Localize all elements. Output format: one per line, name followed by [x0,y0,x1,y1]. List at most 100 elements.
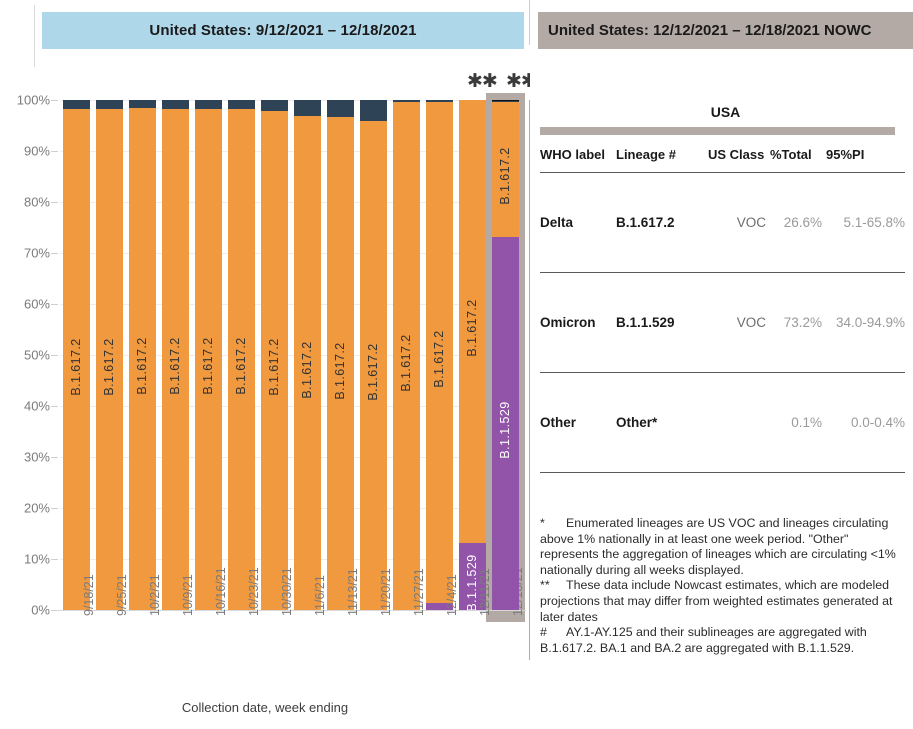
bar-segment-Other[interactable] [63,100,90,110]
x-axis-tick-label: 9/18/21 [81,574,96,616]
y-axis-tick-label: 50% [23,347,50,363]
table-cell-who: Omicron [540,272,616,373]
y-axis: 0% 10% 20% 30% 40% 50% 60% 70% 80% 90% 100% [0,93,60,618]
bar-segment-B.1.617.2[interactable]: B.1.617.2 [360,120,387,610]
x-axis-tick-label: 10/2/21 [147,574,162,616]
x-axis-tick-label: 10/16/21 [213,567,228,616]
bar-segment-B.1.617.2[interactable]: B.1.617.2 [195,108,222,610]
x-axis-tick-label: 10/30/21 [279,567,294,616]
bar-10-16-21[interactable]: B.1.617.2 [195,100,222,610]
bar-segment-Other[interactable] [96,100,123,110]
bar-segment-label: B.1.617.2 [267,338,282,396]
bar-12-18-21[interactable]: B.1.1.529 B.1.617.2 [486,93,525,622]
y-axis-tick-mark [51,508,58,509]
x-axis-tick-label: 10/23/21 [246,567,261,616]
bar-segment-B.1.617.2[interactable]: B.1.617.2 [393,102,420,610]
table-cell-pi: 0.0-0.4% [826,372,905,473]
bar-11-20-21[interactable]: B.1.617.2 [360,100,387,610]
table-row[interactable]: Omicron B.1.1.529 VOC 73.2% 34.0-94.9% [540,272,905,373]
table-cell-us-class: VOC [708,172,770,273]
bar-segment-B.1.617.2[interactable]: B.1.617.2 [459,100,486,543]
footnote-marker: * [540,516,545,530]
footnote: ** These data include Nowcast estimates, … [540,578,902,625]
table-row[interactable]: Delta B.1.617.2 VOC 26.6% 5.1-65.8% [540,172,905,273]
bar-segment-B.1.617.2[interactable]: B.1.617.2 [162,108,189,610]
table-row[interactable]: Other Other* 0.1% 0.0-0.4% [540,372,905,473]
bar-11-13-21[interactable]: B.1.617.2 [327,100,354,610]
nowcast-table-panel: United States: 12/12/2021 – 12/18/2021 N… [530,0,913,729]
y-axis-tick-label: 0% [31,602,50,618]
bar-segment-Other[interactable] [195,100,222,109]
footnote: * Enumerated lineages are US VOC and line… [540,516,902,578]
bar-segment-Other[interactable] [294,100,321,116]
x-axis-tick-label: 12/4/21 [444,574,459,616]
bar-segment-B.1.617.2[interactable]: B.1.617.2 [96,109,123,610]
bar-segment-B.1.617.2[interactable]: B.1.617.2 [129,108,156,610]
table-cell-pi: 5.1-65.8% [826,172,905,273]
bar-11-6-21[interactable]: B.1.617.2 [294,100,321,610]
bar-9-18-21[interactable]: B.1.617.2 [63,100,90,610]
footnote-marker: ** [540,578,550,593]
bar-10-30-21[interactable]: B.1.617.2 [261,100,288,610]
nowcast-asterisk-12-11: ✱✱ [467,71,498,92]
bar-10-9-21[interactable]: B.1.617.2 [162,100,189,610]
bar-10-2-21[interactable]: B.1.617.2 [129,100,156,610]
y-axis-tick-mark [51,253,58,254]
bar-segment-B.1.617.2[interactable]: B.1.617.2 [426,101,453,603]
bar-segment-Other[interactable] [129,100,156,109]
bar-segment-label: B.1.617.2 [69,338,84,396]
footnote-text: Enumerated lineages are US VOC and linea… [540,516,896,577]
bar-segment-label: B.1.617.2 [102,338,117,396]
y-axis-tick-label: 60% [23,296,50,312]
bar-segment-Other[interactable] [327,100,354,118]
y-axis-tick-label: 40% [23,398,50,414]
bar-segment-Other[interactable] [492,100,519,102]
column-header-lineage: Lineage # [616,145,708,173]
y-axis-tick-label: 80% [23,194,50,210]
column-header-who-label: WHO label [540,145,616,173]
chart-title-bar: United States: 9/12/2021 – 12/18/2021 [42,12,524,49]
bar-segment-B.1.617.2[interactable]: B.1.617.2 [492,101,519,237]
bar-10-23-21[interactable]: B.1.617.2 [228,100,255,610]
table-cell-who: Delta [540,172,616,273]
bar-segment-Other[interactable] [162,100,189,109]
bar-segment-label: B.1.617.2 [300,341,315,399]
bar-segment-B.1.617.2[interactable]: B.1.617.2 [63,109,90,610]
bar-segment-B.1.617.2[interactable]: B.1.617.2 [294,115,321,610]
footnote: # AY.1-AY.125 and their sublineages are a… [540,625,902,656]
footnote-text: These data include Nowcast estimates, wh… [540,578,893,624]
x-axis-tick-label: 10/9/21 [180,574,195,616]
bar-11-27-21[interactable]: B.1.617.2 [393,100,420,610]
table-cell-who: Other [540,372,616,473]
bar-12-4-21[interactable]: B.1.617.2 [426,100,453,610]
bar-segment-B.1.617.2[interactable]: B.1.617.2 [261,110,288,610]
bar-segment-B.1.617.2[interactable]: B.1.617.2 [228,108,255,610]
bar-segment-Other[interactable] [393,100,420,103]
bar-series-group: B.1.617.2 B.1.617.2 B.1.617.2 B.1.617.2 B.1.… [60,93,525,622]
x-axis-tick-label: 9/25/21 [114,574,129,616]
bar-segment-label: B.1.617.2 [234,337,249,395]
table-title-bar: United States: 12/12/2021 – 12/18/2021 N… [538,12,913,49]
bar-segment-Other[interactable] [261,100,288,111]
table-cell-lineage: B.1.617.2 [616,172,708,273]
chart-panel: United States: 9/12/2021 – 12/18/2021 ✱✱… [0,0,537,729]
table-cell-percent-total: 73.2% [770,272,826,373]
table-cell-lineage: Other* [616,372,708,473]
bar-9-25-21[interactable]: B.1.617.2 [96,100,123,610]
bar-segment-label: B.1.617.2 [366,343,381,402]
bar-segment-Other[interactable] [426,100,453,102]
chart-title: United States: 9/12/2021 – 12/18/2021 [149,22,417,39]
y-axis-tick-mark [51,304,58,305]
table-cell-us-class: VOC [708,272,770,373]
column-header-95-pi: 95%PI [826,145,905,173]
bar-segment-B.1.1.529[interactable]: B.1.1.529 [492,236,519,610]
bar-segment-Other[interactable] [228,100,255,109]
y-axis-tick-mark [51,151,58,152]
bar-segment-B.1.617.2[interactable]: B.1.617.2 [327,117,354,610]
table-cell-percent-total: 0.1% [770,372,826,473]
x-axis-tick-label: 11/13/21 [345,568,360,616]
x-axis-tick-label: 11/20/21 [378,568,393,616]
bar-12-11-21[interactable]: B.1.1.529 B.1.617.2 [459,100,486,612]
bar-segment-Other[interactable] [360,100,387,121]
bar-segment-label: B.1.617.2 [465,299,480,357]
